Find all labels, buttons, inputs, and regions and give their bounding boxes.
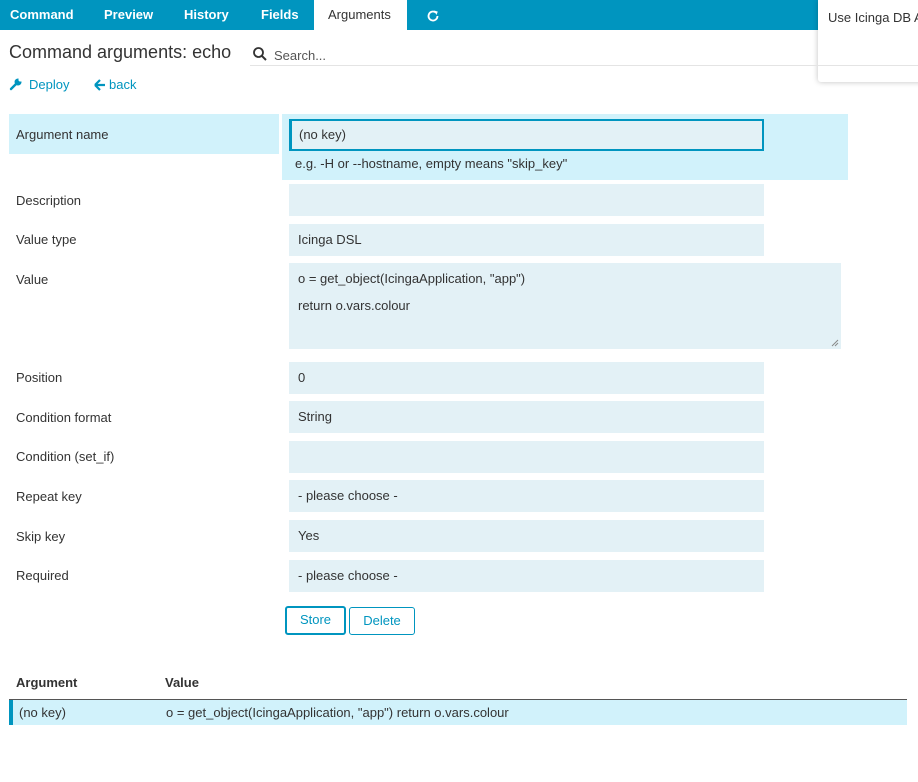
condition-set-if-label: Condition (set_if) — [16, 449, 115, 464]
arrow-left-icon — [94, 79, 105, 91]
deploy-link[interactable]: Deploy — [9, 77, 69, 92]
value-textarea[interactable]: o = get_object(IcingaApplication, "app")… — [289, 263, 841, 349]
back-link[interactable]: back — [94, 77, 136, 92]
delete-button[interactable]: Delete — [349, 607, 415, 635]
value-label: Value — [16, 272, 49, 287]
refresh-button[interactable] — [416, 0, 450, 30]
repeat-key-select[interactable]: - please choose - — [289, 480, 764, 512]
refresh-icon — [426, 7, 440, 22]
tab-arguments[interactable]: Arguments — [314, 0, 407, 30]
value-type-label: Value type — [16, 232, 77, 247]
argument-name-hint: e.g. -H or --hostname, empty means "skip… — [295, 156, 568, 171]
description-label: Description — [16, 193, 82, 208]
page-title: Command arguments: echo — [9, 42, 232, 62]
deploy-label: Deploy — [29, 77, 70, 92]
tab-history[interactable]: History — [174, 0, 239, 30]
value-line-1: o = get_object(IcingaApplication, "app") — [298, 271, 526, 286]
repeat-key-label: Repeat key — [16, 489, 82, 504]
skip-key-label: Skip key — [16, 529, 66, 544]
table-cell-argument: (no key) — [19, 705, 66, 720]
required-label: Required — [16, 568, 69, 583]
condition-format-label: Condition format — [16, 410, 112, 425]
value-line-2: return o.vars.colour — [298, 298, 410, 313]
position-label: Position — [16, 370, 63, 385]
back-label: back — [109, 77, 137, 92]
search-input[interactable] — [274, 45, 674, 65]
table-cell-value: o = get_object(IcingaApplication, "app")… — [166, 705, 509, 720]
tab-bar: Command Preview History Fields Arguments — [0, 0, 918, 30]
table-header-argument: Argument — [16, 675, 78, 690]
table-header-value: Value — [165, 675, 199, 690]
notification-popup: Use Icinga DB A — [818, 0, 918, 82]
skip-key-select[interactable]: Yes — [289, 520, 764, 552]
table-row[interactable]: (no key) o = get_object(IcingaApplicatio… — [9, 700, 907, 725]
argument-name-input[interactable]: (no key) — [289, 119, 764, 151]
argument-name-label: Argument name — [16, 127, 109, 142]
store-button[interactable]: Store — [285, 606, 346, 635]
tab-fields[interactable]: Fields — [251, 0, 309, 30]
condition-format-select[interactable]: String — [289, 401, 764, 433]
tab-preview[interactable]: Preview — [94, 0, 163, 30]
tab-command[interactable]: Command — [0, 0, 84, 30]
position-input[interactable]: 0 — [289, 362, 764, 394]
required-select[interactable]: - please choose - — [289, 560, 764, 592]
search-bar — [250, 44, 918, 66]
wrench-icon — [9, 78, 22, 91]
value-type-select[interactable]: Icinga DSL — [289, 224, 764, 256]
notification-text: Use Icinga DB A — [828, 10, 918, 25]
search-icon — [253, 47, 267, 61]
description-input[interactable] — [289, 184, 764, 216]
resize-handle-icon[interactable] — [831, 339, 839, 347]
condition-set-if-input[interactable] — [289, 441, 764, 473]
